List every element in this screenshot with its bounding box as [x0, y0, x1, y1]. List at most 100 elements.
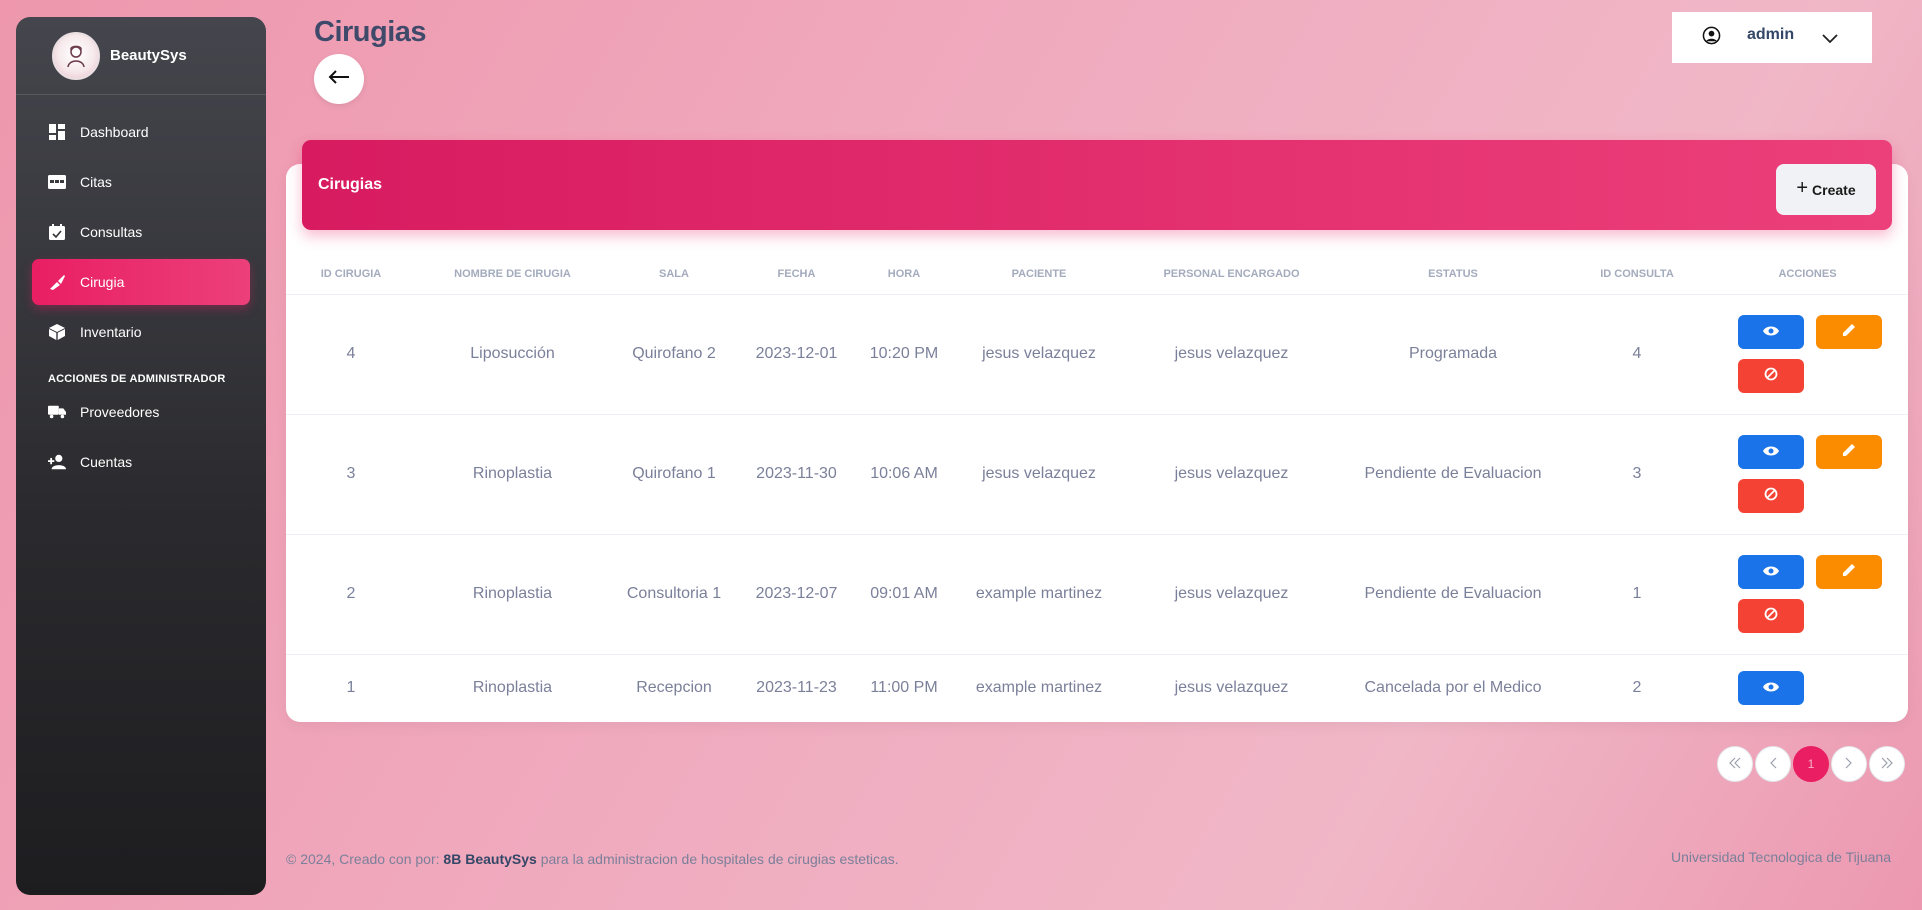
eye-icon: [1763, 679, 1779, 697]
pagination: 1: [1717, 746, 1905, 782]
create-label: Create: [1812, 181, 1856, 198]
cancel-button[interactable]: [1738, 479, 1804, 513]
first-page-button[interactable]: [1717, 746, 1753, 782]
table-row: 3 Rinoplastia Quirofano 1 2023-11-30 10:…: [286, 414, 1908, 535]
block-icon: [1764, 487, 1778, 506]
back-button[interactable]: [314, 54, 364, 104]
user-menu[interactable]: admin: [1672, 12, 1872, 63]
cell-paciente: example martinez: [975, 679, 1103, 697]
cell-personal: jesus velazquez: [1124, 414, 1339, 535]
calendar-check-icon: [48, 223, 66, 241]
cell-id: 4: [286, 294, 416, 415]
column-header[interactable]: ID CONSULTA: [1567, 254, 1707, 295]
sidebar-item-label: Cuentas: [80, 454, 133, 470]
cancel-button[interactable]: [1738, 359, 1804, 393]
chevron-down-icon: [1822, 31, 1838, 49]
cell-id: 2: [286, 534, 416, 655]
column-header[interactable]: FECHA: [739, 254, 854, 295]
column-header[interactable]: ID CIRUGIA: [286, 254, 416, 295]
cell-id-consulta: 1: [1567, 534, 1707, 655]
view-button[interactable]: [1738, 555, 1804, 589]
cell-hora: 10:06 AM: [854, 414, 954, 535]
edit-button[interactable]: [1816, 315, 1882, 349]
cell-actions: [1707, 534, 1908, 655]
cancel-button[interactable]: [1738, 599, 1804, 633]
double-chevron-right-icon: [1881, 757, 1893, 772]
scalpel-icon: [48, 273, 66, 291]
cell-id-consulta: 2: [1632, 679, 1642, 697]
view-button[interactable]: [1738, 671, 1804, 706]
cell-id-consulta: 3: [1567, 414, 1707, 535]
dashboard-icon: [48, 123, 66, 141]
card-header: Cirugias + Create: [302, 140, 1892, 230]
eye-icon: [1763, 323, 1779, 341]
cell-hora: 11:00 PM: [870, 679, 938, 697]
column-header[interactable]: PERSONAL ENCARGADO: [1124, 254, 1339, 295]
eye-icon: [1763, 443, 1779, 461]
sidebar-item-citas[interactable]: Citas: [32, 159, 250, 205]
table-row: 2 Rinoplastia Consultoria 1 2023-12-07 0…: [286, 534, 1908, 655]
sidebar-item-cuentas[interactable]: Cuentas: [32, 439, 250, 485]
brand[interactable]: BeautySys: [16, 17, 266, 95]
cell-hora: 10:20 PM: [854, 294, 954, 415]
table-row: 1 Rinoplastia Recepcion 2023-11-23 11:00…: [286, 654, 1908, 722]
page-button-current[interactable]: 1: [1793, 746, 1829, 782]
create-button[interactable]: + Create: [1776, 164, 1876, 215]
edit-button[interactable]: [1816, 555, 1882, 589]
calendar-view-icon: [48, 173, 66, 191]
cell-actions: [1707, 414, 1908, 535]
sidebar-item-cirugia[interactable]: Cirugia: [32, 259, 250, 305]
cell-paciente: example martinez: [954, 534, 1124, 655]
sidebar-item-label: Proveedores: [80, 404, 160, 420]
cell-fecha: 2023-12-07: [739, 534, 854, 655]
cell-paciente: jesus velazquez: [954, 414, 1124, 535]
page-title: Cirugias: [314, 16, 427, 48]
column-header[interactable]: PACIENTE: [954, 254, 1124, 295]
column-header[interactable]: NOMBRE DE CIRUGIA: [416, 254, 609, 295]
sidebar-item-inventario[interactable]: Inventario: [32, 309, 250, 355]
sidebar: BeautySys Dashboard Citas Consultas Ciru…: [16, 17, 266, 895]
cell-hora: 09:01 AM: [854, 534, 954, 655]
column-header[interactable]: SALA: [609, 254, 739, 295]
column-header[interactable]: HORA: [854, 254, 954, 295]
next-page-button[interactable]: [1831, 746, 1867, 782]
sidebar-item-dashboard[interactable]: Dashboard: [32, 109, 250, 155]
cell-estatus: Pendiente de Evaluacion: [1339, 414, 1567, 535]
pencil-icon: [1842, 323, 1856, 342]
cell-nombre: Rinoplastia: [472, 679, 553, 697]
chevron-left-icon: [1769, 757, 1777, 772]
prev-page-button[interactable]: [1755, 746, 1791, 782]
column-header[interactable]: ESTATUS: [1339, 254, 1567, 295]
cell-sala: Quirofano 1: [609, 414, 739, 535]
sidebar-item-label: Dashboard: [80, 124, 149, 140]
sidebar-item-proveedores[interactable]: Proveedores: [32, 389, 250, 435]
cell-id: 3: [286, 414, 416, 535]
sidebar-item-consultas[interactable]: Consultas: [32, 209, 250, 255]
surgeries-table: ID CIRUGIA NOMBRE DE CIRUGIA SALA FECHA …: [286, 254, 1908, 722]
cell-id: 1: [346, 679, 356, 697]
last-page-button[interactable]: [1869, 746, 1905, 782]
admin-section-heading: ACCIONES DE ADMINISTRADOR: [48, 373, 226, 385]
cell-actions: [1707, 294, 1908, 415]
view-button[interactable]: [1738, 435, 1804, 469]
add-user-icon: [48, 453, 66, 471]
block-icon: [1764, 367, 1778, 386]
footer-university: Universidad Tecnologica de Tijuana: [1671, 849, 1891, 865]
cell-sala: Consultoria 1: [609, 534, 739, 655]
edit-button[interactable]: [1816, 435, 1882, 469]
sidebar-item-label: Citas: [80, 174, 112, 190]
plus-icon: +: [1796, 177, 1809, 199]
cell-estatus: Cancelada por el Medico: [1364, 679, 1542, 697]
footer-brand-link[interactable]: 8B BeautySys: [443, 851, 536, 867]
sidebar-item-label: Inventario: [80, 324, 142, 340]
view-button[interactable]: [1738, 315, 1804, 349]
chevron-right-icon: [1845, 757, 1853, 772]
cell-personal: jesus velazquez: [1124, 294, 1339, 415]
pencil-icon: [1842, 563, 1856, 582]
box-icon: [48, 323, 66, 341]
sidebar-item-label: Consultas: [80, 224, 143, 240]
table-header-row: ID CIRUGIA NOMBRE DE CIRUGIA SALA FECHA …: [286, 254, 1908, 295]
cell-estatus: Pendiente de Evaluacion: [1339, 534, 1567, 655]
cell-fecha: 2023-11-30: [739, 414, 854, 535]
footer-suffix: para la administracion de hospitales de …: [536, 851, 899, 867]
